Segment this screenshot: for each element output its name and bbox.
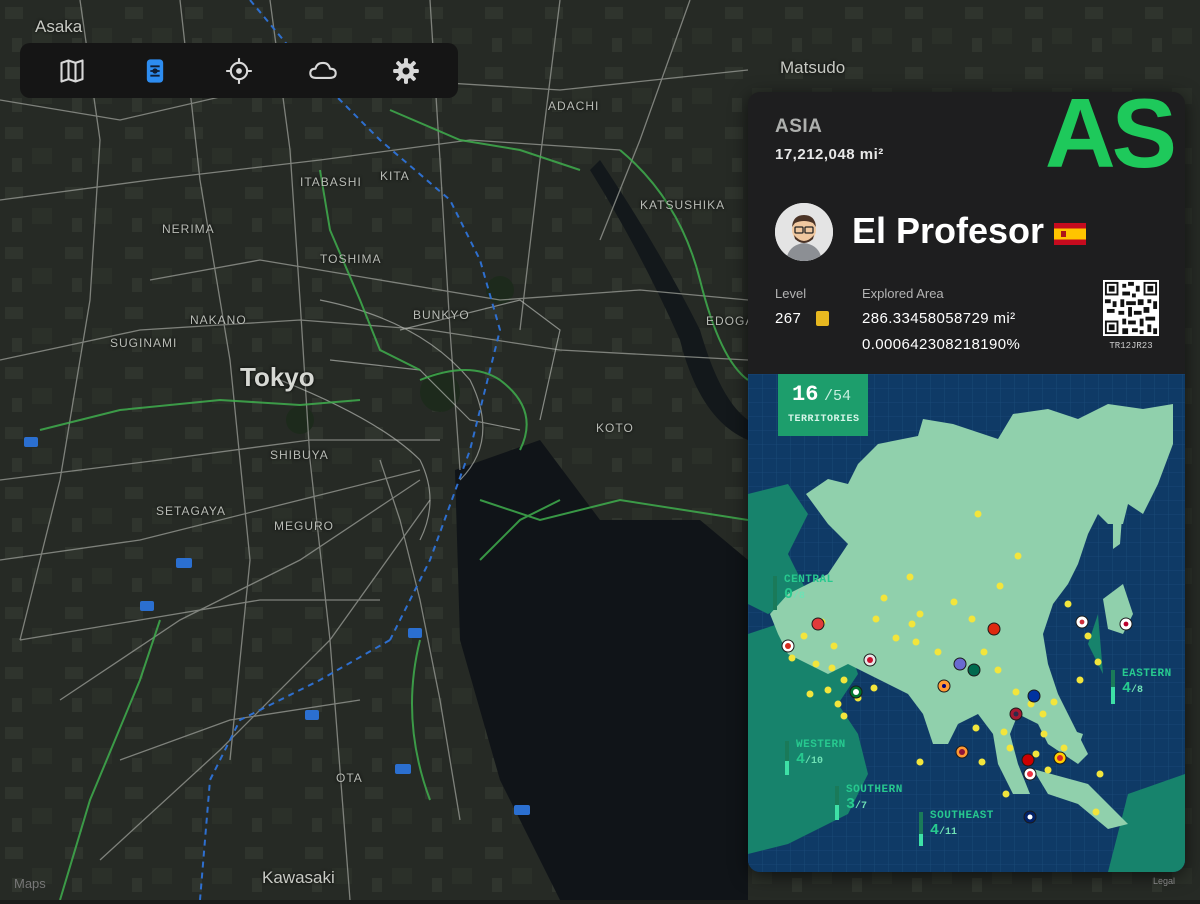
qr-code-label: TR12JR23 xyxy=(1109,341,1153,351)
region-southeast-total: /11 xyxy=(939,827,958,838)
avatar-icon xyxy=(775,203,833,261)
map-label-katsushika: KATSUSHIKA xyxy=(640,198,726,212)
player-name: El Profesor xyxy=(852,210,1045,251)
map-label-toshima: TOSHIMA xyxy=(320,252,382,266)
map-label-tokyo: Tokyo xyxy=(240,362,315,392)
region-southeast-name: SOUTHEAST xyxy=(930,810,994,822)
map-icon xyxy=(60,58,84,83)
region-eastern-bar xyxy=(1111,670,1115,704)
spain-flag-icon xyxy=(1054,223,1086,245)
region-western-count: 4 xyxy=(796,751,806,768)
level-value: 267 xyxy=(775,310,802,327)
cloud-icon xyxy=(308,61,337,79)
map-label-nerima: NERIMA xyxy=(162,222,215,236)
continent-name: ASIA xyxy=(775,116,823,137)
legal-link[interactable]: Legal xyxy=(1153,876,1175,886)
map-label-matsudo: Matsudo xyxy=(780,58,846,77)
layers-button[interactable] xyxy=(138,54,172,88)
explored-percent: 0.000642308218190% xyxy=(862,336,1021,353)
map-label-shibuya: SHIBUYA xyxy=(270,448,329,462)
top-toolbar xyxy=(20,43,458,98)
region-southeast[interactable]: SOUTHEAST 4/11 xyxy=(919,810,994,846)
map-label-bunkyo: BUNKYO xyxy=(413,308,470,322)
map-label-nakano: NAKANO xyxy=(190,313,247,327)
region-southeast-bar xyxy=(919,812,923,846)
map-label-meguro: MEGURO xyxy=(274,519,334,533)
qr-code-icon[interactable] xyxy=(1103,280,1159,336)
region-southern-total: /7 xyxy=(855,801,868,812)
region-eastern-fill xyxy=(1111,687,1115,704)
maps-logo: Maps xyxy=(14,876,46,891)
map-label-adachi: ADACHI xyxy=(548,99,600,113)
region-eastern[interactable]: EASTERN 4/8 xyxy=(1111,668,1172,704)
asia-map[interactable] xyxy=(748,374,1185,872)
territories-count: 16 xyxy=(792,382,819,407)
continent-area: 17,212,048 mi² xyxy=(775,146,884,163)
region-southern-count: 3 xyxy=(846,796,856,813)
territories-label: TERRITORIES xyxy=(788,414,860,425)
region-southern-bar xyxy=(835,786,839,820)
locate-icon xyxy=(226,57,252,84)
map-label-ota: OTA xyxy=(336,771,363,785)
cloud-button[interactable] xyxy=(306,54,340,88)
map-label-suginami: SUGINAMI xyxy=(110,336,178,350)
explored-area: 286.33458058729 mi² xyxy=(862,310,1016,327)
map-label-koto: KOTO xyxy=(596,421,634,435)
gear-icon xyxy=(393,57,420,84)
layers-icon xyxy=(147,58,164,83)
level-badge-icon xyxy=(816,311,829,326)
continent-code: AS xyxy=(1044,92,1177,188)
map-label-itabashi: ITABASHI xyxy=(300,175,362,189)
region-southeast-count: 4 xyxy=(930,822,940,839)
region-central-total: /8 xyxy=(793,591,806,602)
region-central-count: 0 xyxy=(784,586,794,603)
region-central[interactable]: CENTRAL 0/8 xyxy=(773,574,834,610)
map-button[interactable] xyxy=(55,54,89,88)
region-eastern-name: EASTERN xyxy=(1122,668,1172,680)
territories-total: /54 xyxy=(824,388,852,405)
explored-label: Explored Area xyxy=(862,286,944,301)
map-label-kita: KITA xyxy=(380,169,410,183)
continent-panel: ASIA 17,212,048 mi² AS El Profesor Level… xyxy=(748,92,1185,872)
region-western-bar xyxy=(785,741,789,775)
map-label-kawasaki: Kawasaki xyxy=(262,868,335,887)
settings-button[interactable] xyxy=(389,54,423,88)
territory-map[interactable]: 16 /54 TERRITORIES CENTRAL 0/8 EASTERN 4… xyxy=(748,374,1185,872)
region-eastern-total: /8 xyxy=(1131,685,1144,696)
region-western-fill xyxy=(785,761,789,775)
map-label-asaka: Asaka xyxy=(35,17,83,36)
region-southern[interactable]: SOUTHERN 3/7 xyxy=(835,784,903,820)
region-southern-name: SOUTHERN xyxy=(846,784,903,796)
region-western[interactable]: WESTERN 4/10 xyxy=(785,739,846,775)
level-label: Level xyxy=(775,286,807,301)
avatar[interactable] xyxy=(775,203,833,261)
region-southeast-fill xyxy=(919,833,923,846)
territories-counter: 16 /54 TERRITORIES xyxy=(778,374,868,436)
map-label-setagaya: SETAGAYA xyxy=(156,504,227,518)
region-central-name: CENTRAL xyxy=(784,574,834,586)
region-western-total: /10 xyxy=(805,756,824,767)
region-eastern-count: 4 xyxy=(1122,680,1132,697)
locate-button[interactable] xyxy=(222,54,256,88)
region-southern-fill xyxy=(835,805,839,820)
region-central-bar xyxy=(773,576,777,610)
region-western-name: WESTERN xyxy=(796,739,846,751)
